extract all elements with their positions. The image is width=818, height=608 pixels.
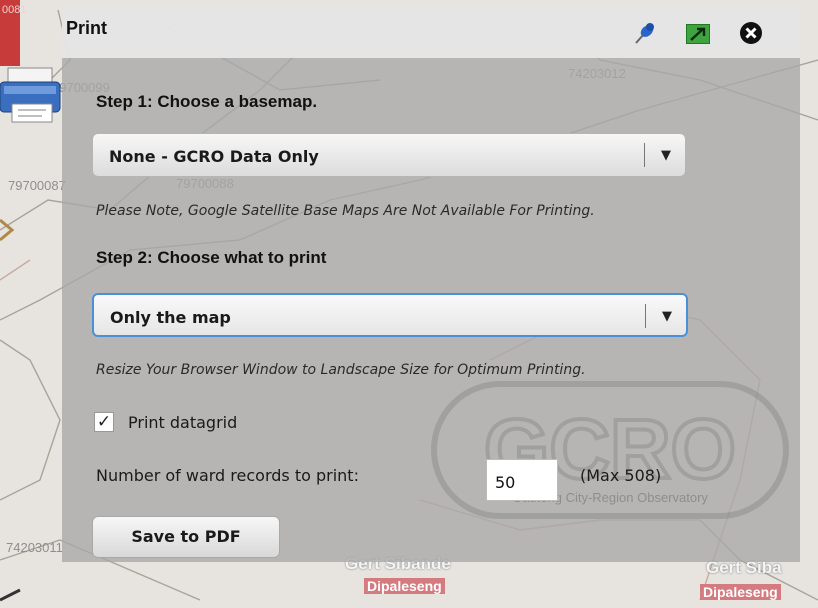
save-to-pdf-button[interactable]: Save to PDF (92, 516, 280, 558)
ward-records-label: Number of ward records to print: (96, 466, 359, 485)
pin-icon[interactable] (632, 20, 658, 46)
print-content-select[interactable]: Only the map ▼ (92, 293, 688, 337)
map-subregion-label: Dipaleseng (364, 578, 445, 594)
basemap-select-value: None - GCRO Data Only (109, 147, 319, 166)
step2-heading: Step 2: Choose what to print (96, 248, 327, 267)
chevron-down-icon[interactable]: ▼ (661, 148, 671, 163)
print-datagrid-label[interactable]: Print datagrid (128, 413, 237, 432)
ward-records-input[interactable]: 50 (486, 459, 558, 501)
chevron-down-icon[interactable]: ▼ (662, 309, 672, 324)
map-label: 74203011 (6, 540, 63, 555)
print-note: Resize Your Browser Window to Landscape … (96, 362, 586, 378)
basemap-note: Please Note, Google Satellite Base Maps … (96, 203, 595, 219)
print-content-select-value: Only the map (110, 308, 231, 327)
maximize-icon[interactable] (686, 24, 710, 44)
dialog-titlebar[interactable]: Print (62, 6, 800, 58)
select-divider (645, 304, 646, 328)
map-label: 0081 (2, 4, 27, 16)
ward-records-max: (Max 508) (580, 466, 662, 485)
print-datagrid-checkbox[interactable]: ✓ (94, 412, 114, 432)
select-divider (644, 143, 645, 167)
gcro-watermark-logo: GCRO Gauteng City-Region Observatory (431, 381, 789, 519)
basemap-select[interactable]: None - GCRO Data Only ▼ (92, 133, 686, 177)
dialog-title: Print (66, 18, 108, 38)
step1-heading: Step 1: Choose a basemap. (96, 92, 318, 111)
close-icon[interactable] (738, 20, 764, 46)
printer-icon (0, 67, 61, 123)
map-subregion-label: Dipaleseng (700, 584, 781, 600)
map-label: 79700087 (8, 178, 66, 193)
